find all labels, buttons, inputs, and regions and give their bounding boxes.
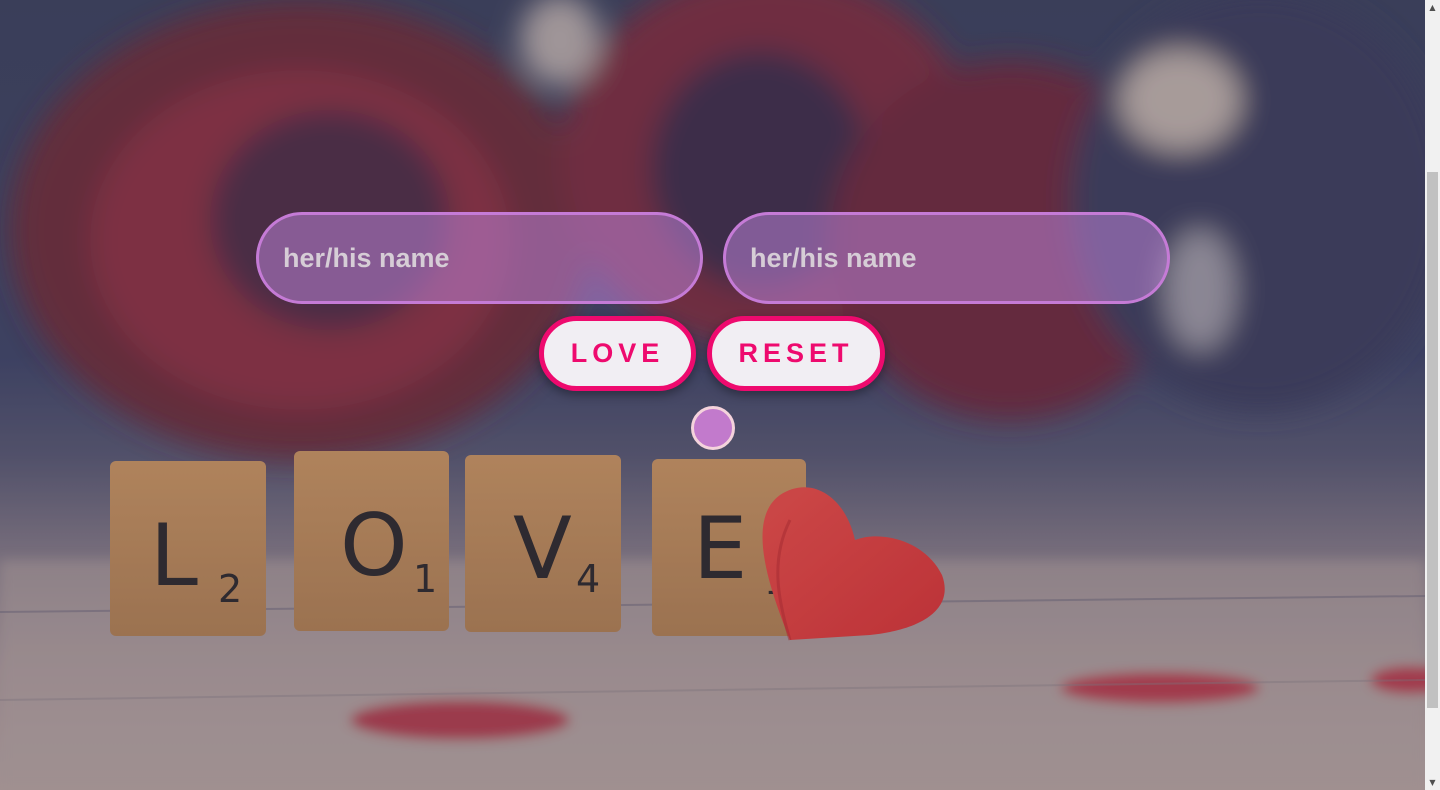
second-name-input[interactable] xyxy=(723,212,1170,304)
scroll-down-icon[interactable]: ▼ xyxy=(1425,775,1440,790)
scroll-up-icon[interactable]: ▲ xyxy=(1425,0,1440,15)
reset-button[interactable]: RESET xyxy=(707,316,885,391)
result-indicator xyxy=(691,406,735,450)
love-button[interactable]: LOVE xyxy=(539,316,696,391)
first-name-input[interactable] xyxy=(256,212,703,304)
background-photo: L 2 O 1 V 4 E 1 xyxy=(0,0,1425,790)
scroll-thumb[interactable] xyxy=(1427,172,1438,708)
love-tiles-image: L 2 O 1 V 4 E 1 xyxy=(0,0,1425,790)
vertical-scrollbar[interactable]: ▲ ▼ xyxy=(1425,0,1440,790)
